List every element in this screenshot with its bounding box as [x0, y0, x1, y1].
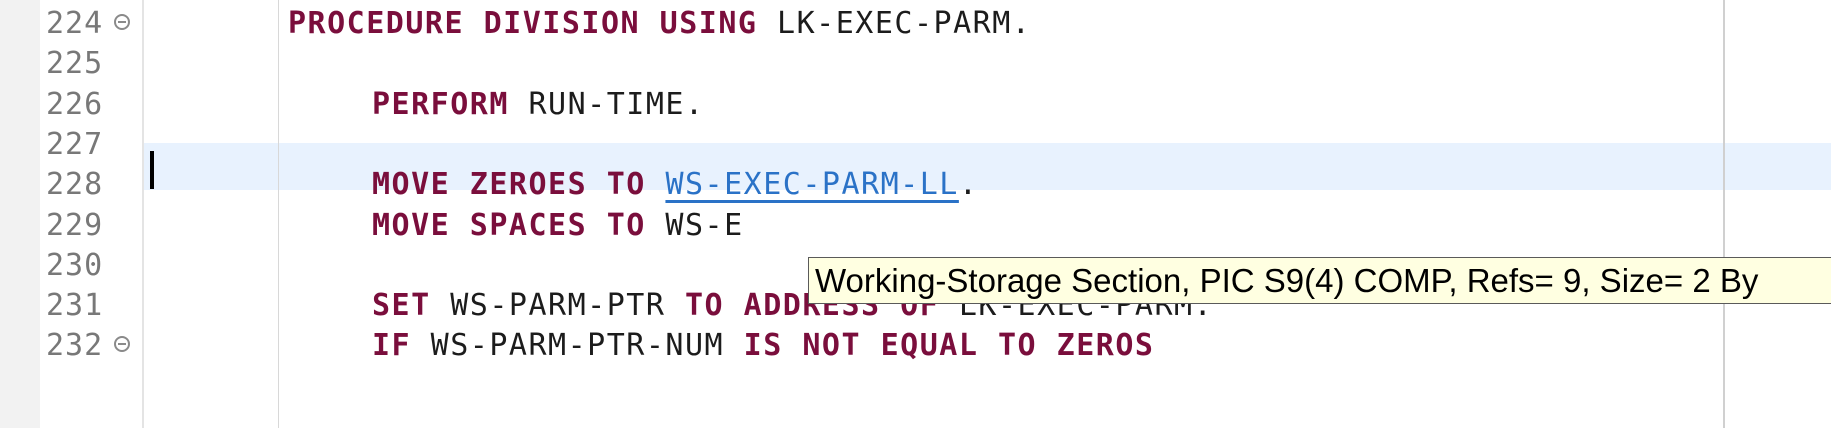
identifier-token: LK-EXEC-PARM.: [777, 6, 1032, 41]
keyword-token: MOVE SPACES TO: [372, 207, 646, 243]
text-caret: [150, 151, 154, 189]
keyword-token: SET: [372, 288, 431, 324]
line-number: 232: [46, 328, 104, 364]
code-line[interactable]: 232 IF WS-PARM-PTR-NUM IS NOT EQUAL TO ZE…: [0, 322, 1831, 369]
code-text[interactable]: IF WS-PARM-PTR-NUM IS NOT EQUAL TO ZEROS: [372, 322, 1154, 369]
identifier-token: WS-PARM-PTR-NUM: [411, 328, 744, 364]
keyword-token: MOVE ZEROES TO: [372, 167, 646, 203]
identifier-token: WS-E: [645, 207, 744, 243]
identifier-token: .: [958, 167, 979, 203]
collapse-fold-icon[interactable]: [114, 14, 130, 30]
keyword-token: PROCEDURE DIVISION USING: [288, 6, 758, 41]
keyword-token: IF: [372, 328, 412, 364]
identifier-token: RUN-TIME.: [508, 86, 705, 122]
tooltip-text: Working-Storage Section, PIC S9(4) COMP,…: [815, 262, 1759, 299]
keyword-token: PERFORM: [372, 86, 509, 122]
identifier-token: [757, 6, 777, 41]
identifier-token: WS-PARM-PTR: [430, 288, 685, 324]
identifier-link[interactable]: WS-EXEC-PARM-LL: [665, 167, 958, 202]
collapse-fold-icon[interactable]: [114, 336, 130, 353]
keyword-token: IS NOT EQUAL TO ZEROS: [743, 328, 1155, 364]
identifier-token: [646, 167, 666, 202]
hover-tooltip: Working-Storage Section, PIC S9(4) COMP,…: [808, 257, 1831, 304]
